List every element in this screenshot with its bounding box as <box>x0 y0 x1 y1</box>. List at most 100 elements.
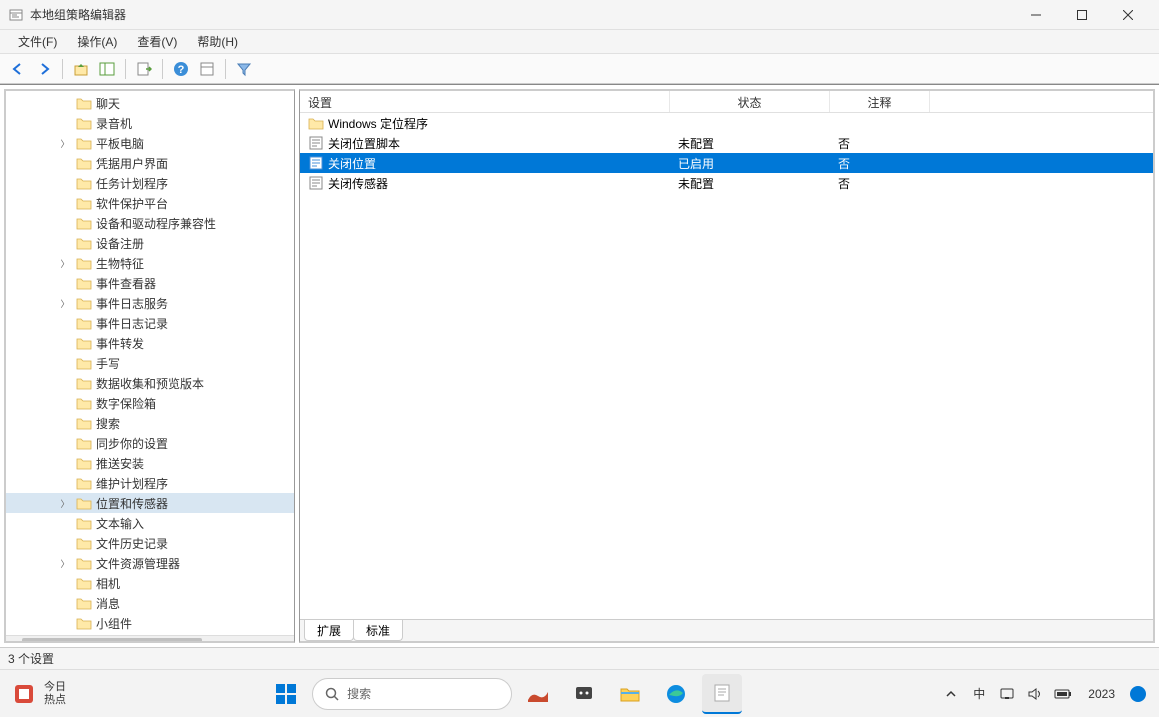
detail-pane: 设置 状态 注释 Windows 定位程序关闭位置脚本未配置否关闭位置已启用否关… <box>299 89 1155 643</box>
volume-icon[interactable] <box>1026 685 1044 703</box>
status-text: 3 个设置 <box>8 650 54 667</box>
expand-spacer <box>58 156 72 170</box>
taskbar-app-explorer[interactable] <box>610 674 650 714</box>
cell-comment: 否 <box>830 135 930 152</box>
cell-state: 未配置 <box>670 175 830 192</box>
taskbar-app-gpedit[interactable] <box>702 674 742 714</box>
list-row[interactable]: Windows 定位程序 <box>300 113 1153 133</box>
tab-standard[interactable]: 标准 <box>353 620 403 641</box>
expand-spacer <box>58 116 72 130</box>
taskbar-app-chat[interactable] <box>564 674 604 714</box>
tree-item-label: 聊天 <box>96 95 120 112</box>
tree-item[interactable]: 事件日志记录 <box>6 313 294 333</box>
tree-item[interactable]: 事件查看器 <box>6 273 294 293</box>
tree-item[interactable]: 事件转发 <box>6 333 294 353</box>
tree-item-label: 相机 <box>96 575 120 592</box>
folder-icon <box>76 476 92 490</box>
forward-button[interactable] <box>32 57 56 81</box>
menu-file[interactable]: 文件(F) <box>8 31 67 52</box>
window-title: 本地组策略编辑器 <box>30 6 1013 23</box>
wifi-icon[interactable] <box>998 685 1016 703</box>
horizontal-scrollbar[interactable] <box>6 635 294 643</box>
tree-item[interactable]: 凭据用户界面 <box>6 153 294 173</box>
maximize-button[interactable] <box>1059 0 1105 30</box>
expand-icon[interactable]: 〉 <box>58 556 72 570</box>
list-row[interactable]: 关闭位置脚本未配置否 <box>300 133 1153 153</box>
scroll-thumb[interactable] <box>22 638 202 643</box>
header-setting[interactable]: 设置 <box>300 91 670 112</box>
menu-help[interactable]: 帮助(H) <box>187 31 248 52</box>
list-header: 设置 状态 注释 <box>300 91 1153 113</box>
show-hide-tree-button[interactable] <box>95 57 119 81</box>
tree-item[interactable]: 数据收集和预览版本 <box>6 373 294 393</box>
weather-top: 今日 <box>44 681 66 694</box>
tree-item[interactable]: 〉文件资源管理器 <box>6 553 294 573</box>
export-button[interactable] <box>132 57 156 81</box>
expand-spacer <box>58 216 72 230</box>
expand-icon[interactable]: 〉 <box>58 296 72 310</box>
expand-icon[interactable]: 〉 <box>58 136 72 150</box>
expand-icon[interactable]: 〉 <box>58 256 72 270</box>
expand-spacer <box>58 596 72 610</box>
help-button[interactable]: ? <box>169 57 193 81</box>
expand-spacer <box>58 96 72 110</box>
tree-item[interactable]: 任务计划程序 <box>6 173 294 193</box>
tree-item[interactable]: 文本输入 <box>6 513 294 533</box>
tree-pane[interactable]: 聊天录音机〉平板电脑凭据用户界面任务计划程序软件保护平台设备和驱动程序兼容性设备… <box>4 89 295 643</box>
back-button[interactable] <box>6 57 30 81</box>
up-button[interactable] <box>69 57 93 81</box>
tree-item[interactable]: 录音机 <box>6 113 294 133</box>
tree-item[interactable]: 消息 <box>6 593 294 613</box>
tree-item[interactable]: 文件历史记录 <box>6 533 294 553</box>
search-icon <box>325 687 339 701</box>
weather-widget[interactable]: 今日 热点 <box>44 681 66 707</box>
expand-spacer <box>58 536 72 550</box>
filter-button[interactable] <box>232 57 256 81</box>
tree-item[interactable]: 〉生物特征 <box>6 253 294 273</box>
tree-item[interactable]: 〉平板电脑 <box>6 133 294 153</box>
close-button[interactable] <box>1105 0 1151 30</box>
tree-item[interactable]: 〉事件日志服务 <box>6 293 294 313</box>
minimize-button[interactable] <box>1013 0 1059 30</box>
expand-spacer <box>58 196 72 210</box>
tree-item-label: 数字保险箱 <box>96 395 156 412</box>
tree-item[interactable]: 设备注册 <box>6 233 294 253</box>
expand-icon[interactable]: 〉 <box>58 496 72 510</box>
tree-item[interactable]: 设备和驱动程序兼容性 <box>6 213 294 233</box>
tree-item-label: 同步你的设置 <box>96 435 168 452</box>
notifications-icon[interactable] <box>1129 685 1147 703</box>
search-box[interactable]: 搜索 <box>312 678 512 710</box>
tree-item-label: 推送安装 <box>96 455 144 472</box>
list-row[interactable]: 关闭传感器未配置否 <box>300 173 1153 193</box>
expand-spacer <box>58 516 72 530</box>
tab-extended[interactable]: 扩展 <box>304 620 354 641</box>
header-comment[interactable]: 注释 <box>830 91 930 112</box>
tree-item[interactable]: 推送安装 <box>6 453 294 473</box>
folder-icon <box>76 236 92 250</box>
taskbar-app-edge[interactable] <box>656 674 696 714</box>
tree-item[interactable]: 数字保险箱 <box>6 393 294 413</box>
weather-icon[interactable] <box>12 682 36 706</box>
ime-indicator[interactable]: 中 <box>970 685 988 703</box>
tree-item[interactable]: 搜索 <box>6 413 294 433</box>
clock-year[interactable]: 2023 <box>1088 687 1115 701</box>
app-icon <box>8 7 24 23</box>
tray-overflow-icon[interactable] <box>942 685 960 703</box>
taskbar-app-bridge[interactable] <box>518 674 558 714</box>
tree-item[interactable]: 软件保护平台 <box>6 193 294 213</box>
tree-item[interactable]: 维护计划程序 <box>6 473 294 493</box>
menu-action[interactable]: 操作(A) <box>67 31 127 52</box>
menu-view[interactable]: 查看(V) <box>127 31 187 52</box>
tree-item[interactable]: 手写 <box>6 353 294 373</box>
battery-icon[interactable] <box>1054 685 1072 703</box>
start-button[interactable] <box>266 674 306 714</box>
tree: 聊天录音机〉平板电脑凭据用户界面任务计划程序软件保护平台设备和驱动程序兼容性设备… <box>6 91 294 635</box>
list-row[interactable]: 关闭位置已启用否 <box>300 153 1153 173</box>
tree-item[interactable]: 同步你的设置 <box>6 433 294 453</box>
tree-item[interactable]: 小组件 <box>6 613 294 633</box>
tree-item[interactable]: 聊天 <box>6 93 294 113</box>
tree-item[interactable]: 〉位置和传感器 <box>6 493 294 513</box>
tree-item[interactable]: 相机 <box>6 573 294 593</box>
properties-button[interactable] <box>195 57 219 81</box>
header-state[interactable]: 状态 <box>670 91 830 112</box>
